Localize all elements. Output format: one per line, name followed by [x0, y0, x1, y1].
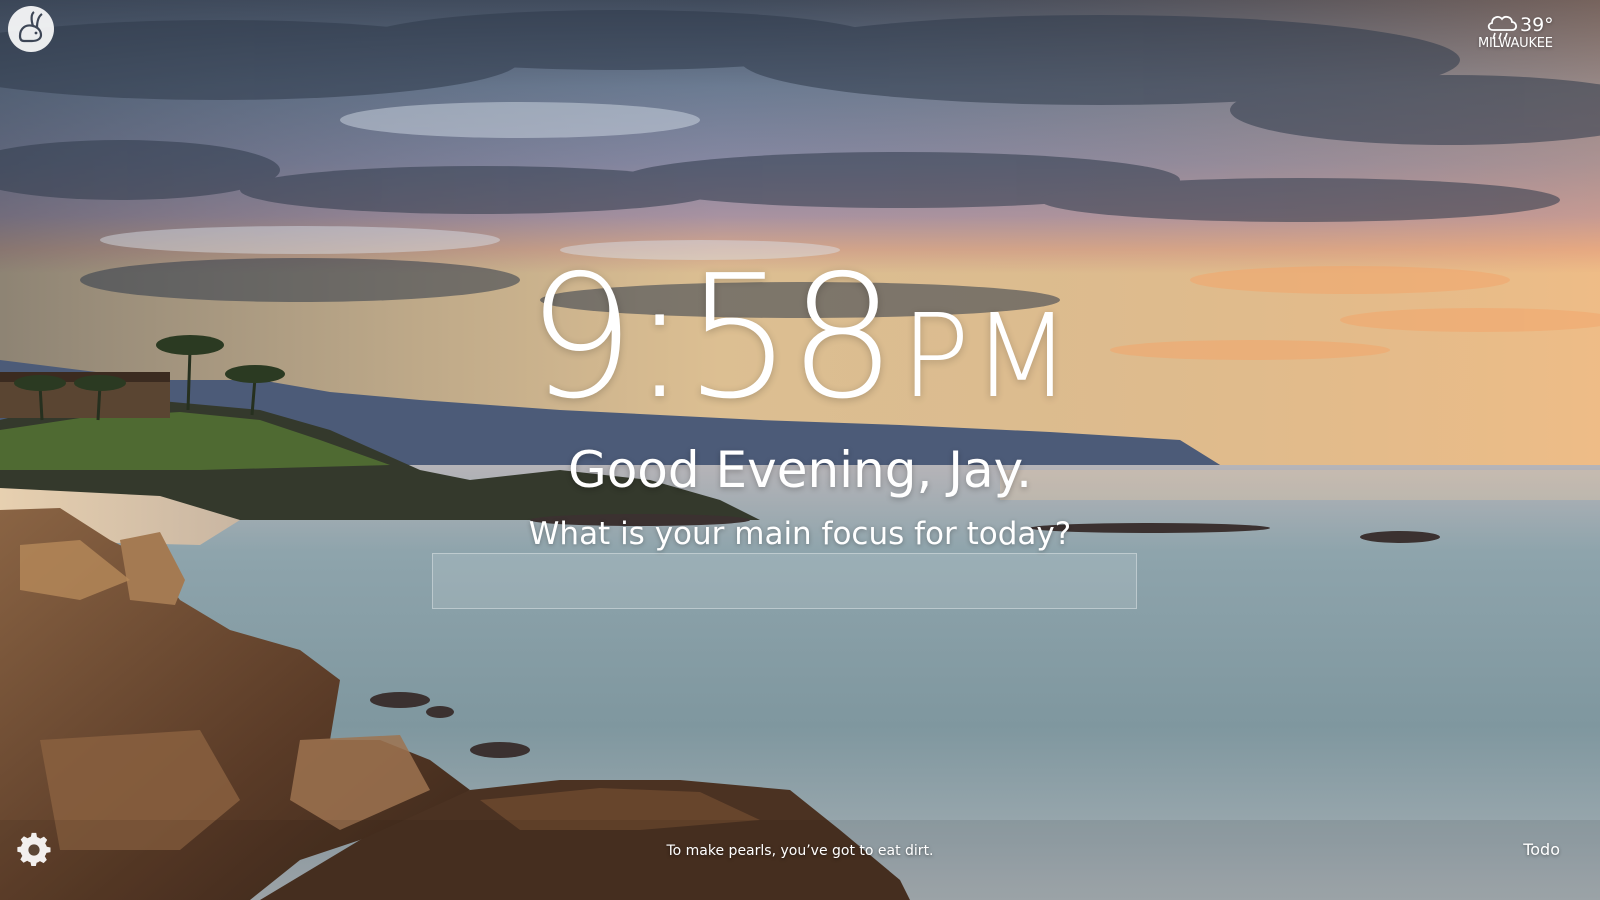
- clock-time: 9:58: [526, 239, 897, 437]
- weather-widget[interactable]: 39° MILWAUKEE: [1472, 10, 1562, 54]
- todo-button[interactable]: Todo: [1523, 840, 1560, 860]
- weather-temperature: 39°: [1520, 14, 1554, 36]
- rabbit-icon[interactable]: [6, 4, 56, 54]
- focus-input[interactable]: [432, 553, 1137, 609]
- greeting: Good Evening, Jay.: [567, 441, 1033, 499]
- clock-ampm: PM: [900, 290, 1074, 424]
- app-overlay: 39° MILWAUKEE 9:58PM Good Evening, Jay. …: [0, 0, 1600, 900]
- focus-question: What is your main focus for today?: [528, 516, 1072, 552]
- clock: 9:58PM: [0, 248, 1600, 428]
- daily-quote: To make pearls, you’ve got to eat dirt.: [666, 843, 934, 859]
- weather-city: MILWAUKEE: [1478, 36, 1553, 51]
